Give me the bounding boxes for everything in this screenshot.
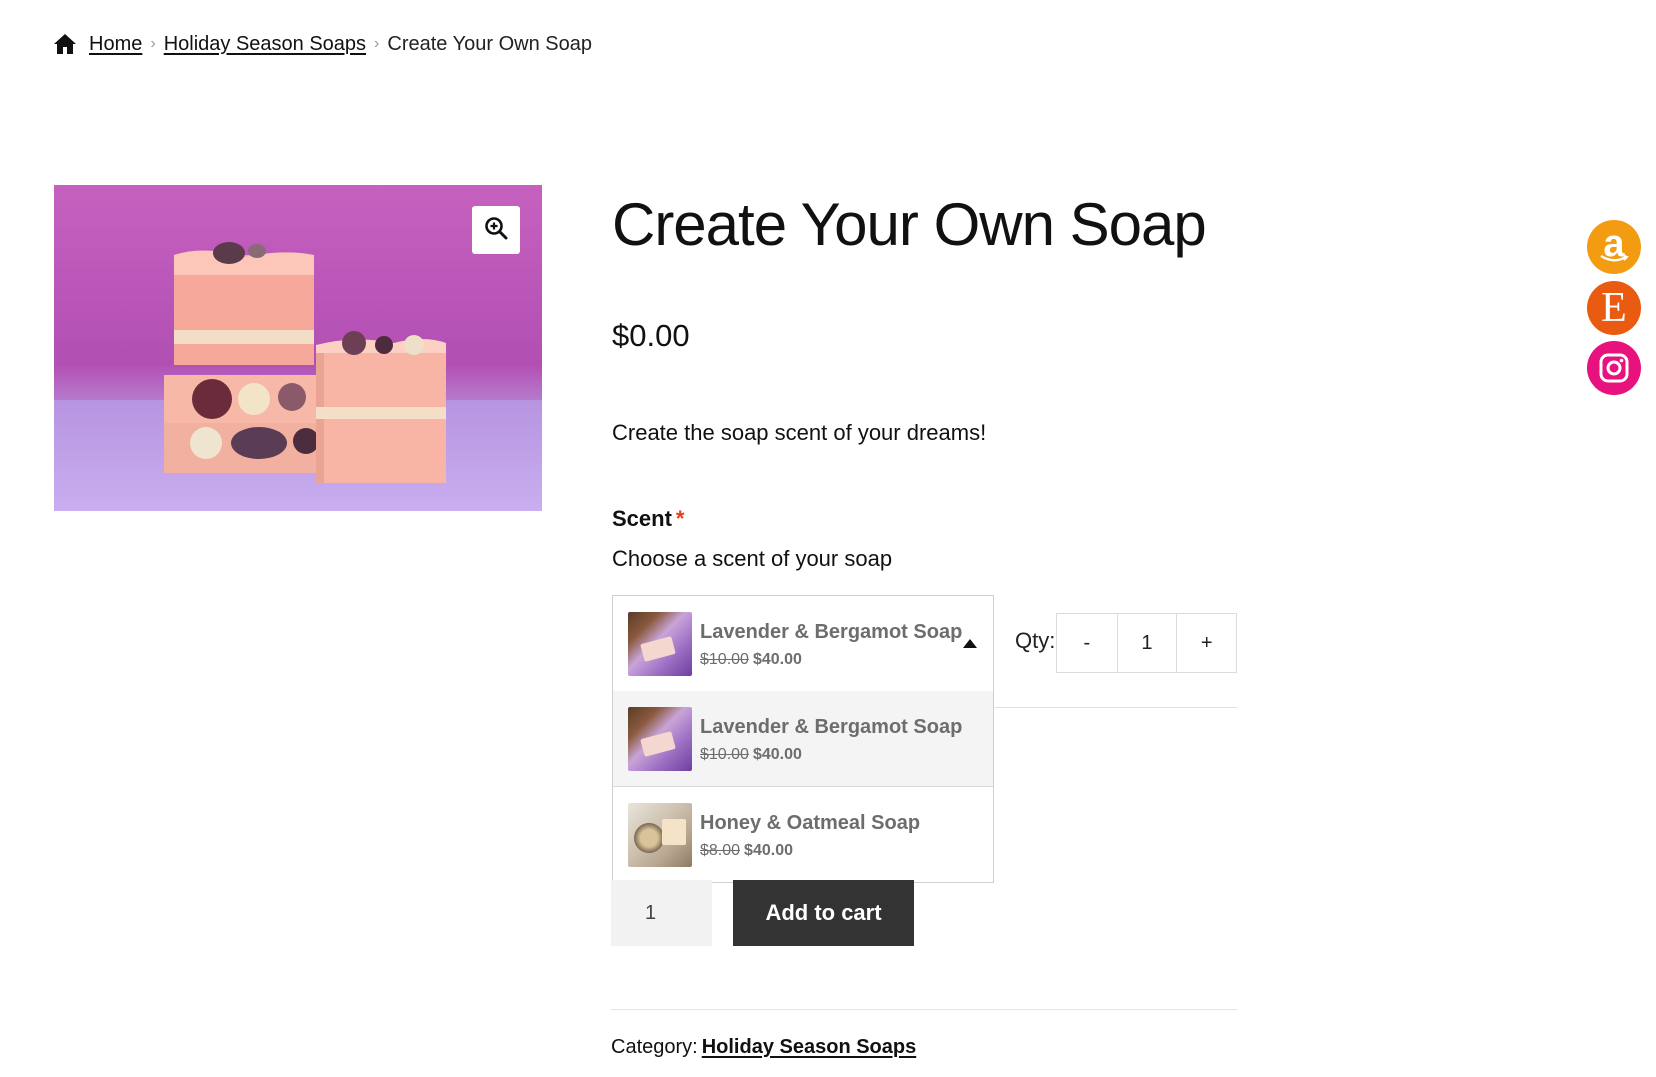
- qty-value-input[interactable]: 1: [1116, 614, 1177, 672]
- option-prices: $8.00 $40.00: [700, 842, 920, 860]
- option-name: Lavender & Bergamot Soap: [700, 715, 963, 738]
- dropdown-option-lavender[interactable]: Lavender & Bergamot Soap $10.00 $40.00: [613, 691, 993, 786]
- breadcrumb-home-link[interactable]: Home: [89, 33, 142, 56]
- option-name: Honey & Oatmeal Soap: [700, 811, 921, 834]
- old-price: $10.00: [700, 650, 749, 668]
- instagram-icon[interactable]: [1587, 341, 1641, 395]
- etsy-icon[interactable]: E: [1587, 281, 1641, 335]
- breadcrumb: Home › Holiday Season Soaps › Create You…: [53, 30, 592, 58]
- breadcrumb-current: Create Your Own Soap: [387, 32, 592, 55]
- scent-label: Scent *: [612, 506, 684, 532]
- product-price: $0.00: [612, 318, 690, 353]
- quantity-stepper: - 1 +: [1056, 613, 1237, 673]
- scent-label-text: Scent: [612, 506, 672, 531]
- etsy-glyph: E: [1601, 285, 1627, 331]
- zoom-button[interactable]: [472, 206, 520, 254]
- add-to-cart-button[interactable]: Add to cart: [733, 880, 914, 946]
- qty-minus-button[interactable]: -: [1057, 614, 1117, 672]
- option-thumbnail: [628, 611, 692, 676]
- qty-label: Qty:: [1015, 628, 1056, 653]
- breadcrumb-separator: ›: [150, 35, 156, 52]
- option-text: Lavender & Bergamot Soap $10.00 $40.00: [700, 714, 962, 764]
- selected-option-prices: $10.00 $40.00: [700, 651, 962, 669]
- qty-plus-button[interactable]: +: [1176, 614, 1236, 672]
- sale-price: $40.00: [752, 745, 802, 763]
- category-link[interactable]: Holiday Season Soaps: [702, 1036, 917, 1058]
- selected-option-name: Lavender & Bergamot Soap: [700, 620, 963, 643]
- product-description: Create the soap scent of your dreams!: [612, 420, 987, 445]
- dropdown-option-honey[interactable]: Honey & Oatmeal Soap $8.00 $40.00: [613, 786, 993, 882]
- cart-quantity-input[interactable]: 1: [611, 880, 712, 946]
- breadcrumb-category-link[interactable]: Holiday Season Soaps: [164, 33, 366, 56]
- breadcrumb-separator: ›: [374, 35, 380, 52]
- soap-illustration: [164, 242, 446, 483]
- instagram-glyph: [1599, 353, 1629, 383]
- product-image[interactable]: [54, 185, 542, 511]
- option-text: Honey & Oatmeal Soap $8.00 $40.00: [700, 810, 920, 860]
- scent-select[interactable]: Lavender & Bergamot Soap $10.00 $40.00: [612, 595, 994, 692]
- divider: [994, 707, 1237, 708]
- divider: [611, 1009, 1237, 1010]
- product-title: Create Your Own Soap: [612, 191, 1207, 258]
- amazon-icon[interactable]: a: [1587, 220, 1641, 274]
- sale-price: $40.00: [752, 650, 802, 668]
- scent-help-text: Choose a scent of your soap: [612, 546, 893, 571]
- option-thumbnail: [628, 706, 692, 771]
- zoom-in-icon: [484, 216, 508, 245]
- category-label: Category:: [611, 1036, 698, 1058]
- product-category: Category: Holiday Season Soaps: [611, 1036, 916, 1059]
- selected-option: Lavender & Bergamot Soap $10.00 $40.00: [700, 619, 962, 669]
- required-mark: *: [675, 506, 685, 531]
- old-price: $10.00: [700, 745, 749, 763]
- old-price: $8.00: [700, 841, 741, 859]
- option-prices: $10.00 $40.00: [700, 746, 962, 764]
- amazon-smile: [1600, 254, 1629, 262]
- home-icon[interactable]: [53, 33, 77, 55]
- option-thumbnail: [628, 802, 692, 867]
- scent-dropdown: Lavender & Bergamot Soap $10.00 $40.00 Ho…: [612, 691, 994, 883]
- caret-up-icon[interactable]: [963, 639, 977, 648]
- sale-price: $40.00: [744, 841, 793, 859]
